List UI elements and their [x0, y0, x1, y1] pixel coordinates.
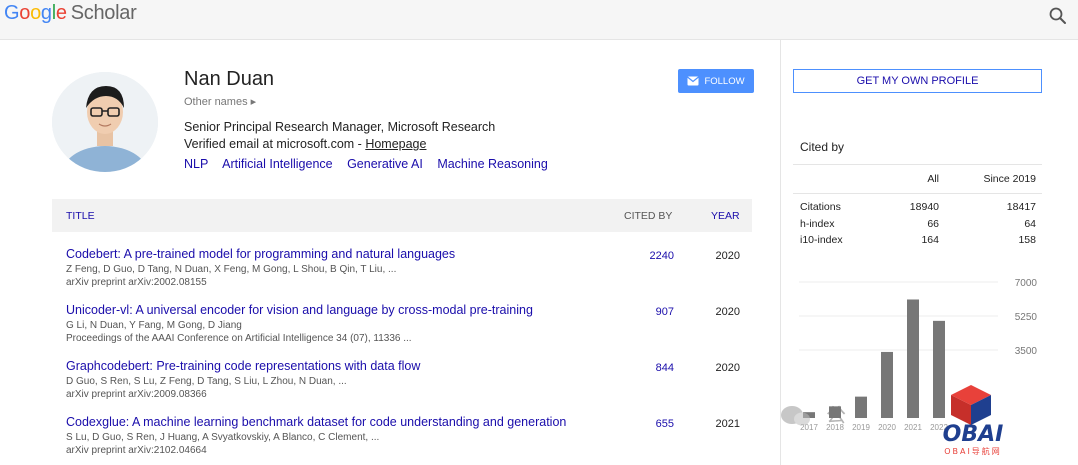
- table-row: Codebert: A pre-trained model for progra…: [52, 247, 752, 299]
- paper-year: 2020: [715, 362, 740, 374]
- cited-count-link[interactable]: 655: [632, 418, 674, 430]
- table-row: Codexglue: A machine learning benchmark …: [52, 415, 752, 465]
- paper-authors: S Lu, D Guo, S Ren, J Huang, A Svyatkovs…: [66, 432, 380, 443]
- cited-count-link[interactable]: 2240: [632, 250, 674, 262]
- interest-link[interactable]: Artificial Intelligence: [222, 157, 332, 171]
- citation-stat-row: Citations 18940 18417: [800, 201, 1036, 216]
- stat-all: 164: [921, 234, 939, 246]
- wechat-watermark: 公: [781, 403, 846, 427]
- mail-icon: [687, 76, 700, 86]
- obai-subtitle: OBAI导航网: [944, 446, 1002, 456]
- paper-year: 2020: [715, 250, 740, 262]
- logo-letter: o: [19, 2, 31, 24]
- profile-name: Nan Duan: [184, 68, 275, 90]
- divider: [793, 193, 1042, 194]
- google-scholar-logo[interactable]: Google Scholar: [4, 2, 137, 25]
- paper-authors: Z Feng, D Guo, D Tang, N Duan, X Feng, M…: [66, 264, 397, 275]
- interest-link[interactable]: Machine Reasoning: [437, 157, 548, 171]
- logo-letter: e: [55, 2, 67, 24]
- paper-title-link[interactable]: Graphcodebert: Pre-training code represe…: [66, 359, 420, 373]
- chart-y-tick-label: 5250: [1015, 312, 1038, 323]
- paper-venue: arXiv preprint arXiv:2002.08155: [66, 277, 207, 288]
- top-bar: Google Scholar: [0, 0, 1078, 40]
- homepage-link[interactable]: Homepage: [365, 137, 426, 151]
- other-names-toggle[interactable]: Other names ▸: [184, 95, 256, 108]
- logo-letter: o: [30, 2, 41, 24]
- sort-by-title[interactable]: TITLE: [66, 210, 95, 222]
- research-interests: NLP Artificial Intelligence Generative A…: [184, 157, 559, 171]
- chart-bar[interactable]: [881, 351, 893, 418]
- cited-by-heading: Cited by: [800, 140, 845, 154]
- publications-table-header: TITLE CITED BY YEAR: [52, 199, 752, 232]
- stat-label[interactable]: i10-index: [800, 234, 843, 246]
- stat-since: 18417: [1006, 201, 1036, 213]
- get-profile-label: GET MY OWN PROFILE: [856, 75, 979, 87]
- cited-count-link[interactable]: 907: [632, 306, 674, 318]
- stat-all: 66: [927, 218, 939, 230]
- chart-x-tick-label: 2020: [878, 423, 896, 432]
- cited-count-link[interactable]: 844: [632, 362, 674, 374]
- citation-stat-row: i10-index 164 158: [800, 234, 1036, 249]
- divider: [793, 164, 1042, 165]
- obai-watermark: OBAI OBAI导航网: [943, 385, 1004, 456]
- stat-all: 18940: [909, 201, 939, 213]
- logo-suffix: Scholar: [70, 2, 137, 24]
- paper-year: 2021: [715, 418, 740, 430]
- interest-link[interactable]: NLP: [184, 157, 208, 171]
- email-text: Verified email at microsoft.com -: [184, 137, 366, 151]
- table-row: Graphcodebert: Pre-training code represe…: [52, 359, 752, 411]
- avatar: [52, 72, 158, 172]
- logo-letter: G: [4, 2, 20, 24]
- paper-title-link[interactable]: Codexglue: A machine learning benchmark …: [66, 415, 566, 429]
- paper-title-link[interactable]: Codebert: A pre-trained model for progra…: [66, 247, 455, 261]
- stat-since: 64: [1024, 218, 1036, 230]
- affiliation: Senior Principal Research Manager, Micro…: [184, 120, 496, 134]
- citation-stat-row: h-index 66 64: [800, 218, 1036, 233]
- col-since-header: Since 2019: [983, 173, 1036, 185]
- chart-y-tick-label: 3500: [1015, 346, 1038, 357]
- paper-venue: arXiv preprint arXiv:2009.08366: [66, 389, 207, 400]
- follow-label: FOLLOW: [704, 75, 745, 87]
- follow-button[interactable]: FOLLOW: [678, 69, 754, 93]
- paper-authors: D Guo, S Ren, S Lu, Z Feng, D Tang, S Li…: [66, 376, 347, 387]
- paper-authors: G Li, N Duan, Y Fang, M Gong, D Jiang: [66, 320, 242, 331]
- logo-letter: g: [40, 2, 52, 24]
- paper-title-link[interactable]: Unicoder-vl: A universal encoder for vis…: [66, 303, 533, 317]
- stat-since: 158: [1018, 234, 1036, 246]
- wechat-text: 公: [826, 403, 846, 427]
- stat-label[interactable]: h-index: [800, 218, 834, 230]
- paper-venue: Proceedings of the AAAI Conference on Ar…: [66, 333, 412, 344]
- paper-year: 2020: [715, 306, 740, 318]
- table-row: Unicoder-vl: A universal encoder for vis…: [52, 303, 752, 355]
- chart-x-tick-label: 2021: [904, 423, 922, 432]
- search-icon[interactable]: [1048, 6, 1068, 26]
- chart-y-tick-label: 7000: [1015, 278, 1038, 289]
- sort-by-year[interactable]: YEAR: [711, 210, 740, 222]
- obai-brand-text: OBAI: [943, 422, 1004, 447]
- col-all-header: All: [927, 173, 939, 185]
- paper-venue: arXiv preprint arXiv:2102.04664: [66, 445, 207, 456]
- cube-logo-icon: [951, 385, 991, 425]
- interest-link[interactable]: Generative AI: [347, 157, 423, 171]
- verified-email: Verified email at microsoft.com - Homepa…: [184, 137, 426, 151]
- sort-by-cited[interactable]: CITED BY: [624, 210, 672, 222]
- wechat-bubble-icon: [794, 412, 810, 426]
- stat-label[interactable]: Citations: [800, 201, 841, 213]
- chart-bar[interactable]: [907, 299, 919, 418]
- get-my-own-profile-button[interactable]: GET MY OWN PROFILE: [793, 69, 1042, 93]
